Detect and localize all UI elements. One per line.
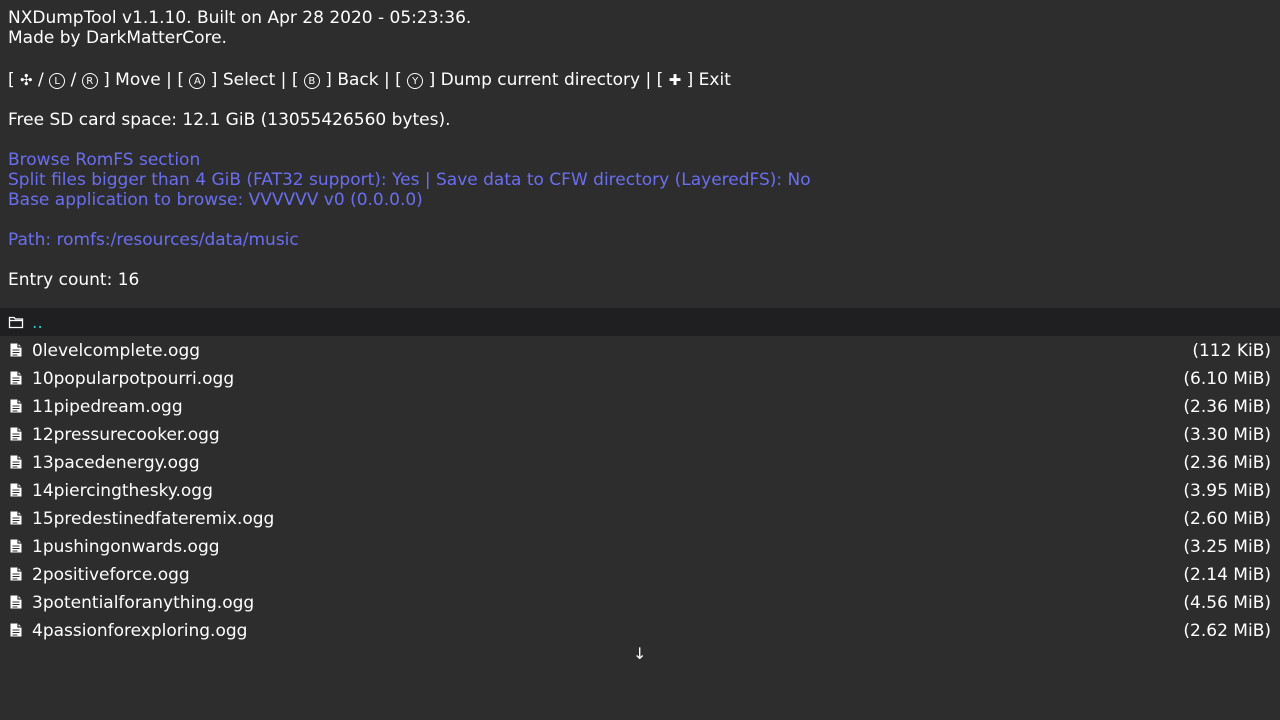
a-button-icon: A [189,73,206,89]
parent-directory-entry[interactable]: .. [0,308,1280,336]
file-size: (3.25 MiB) [1183,537,1271,557]
file-icon [10,399,22,413]
file-name: 10popularpotpourri.ogg [32,369,235,389]
bracket-open: [ [8,70,15,90]
file-size: (2.14 MiB) [1183,565,1271,585]
file-size: (3.30 MiB) [1183,425,1271,445]
file-icon [10,511,22,525]
file-name: 13pacedenergy.ogg [32,453,200,473]
entry-count: Entry count: 16 [8,270,140,290]
file-entry[interactable]: 11pipedream.ogg (2.36 MiB) [0,392,1280,420]
file-size: (2.36 MiB) [1183,453,1271,473]
file-entry[interactable]: 13pacedenergy.ogg (2.36 MiB) [0,448,1280,476]
file-entry[interactable]: 15predestinedfateremix.ogg (2.60 MiB) [0,504,1280,532]
dump-hint-label: Dump current directory [440,70,641,90]
slash-separator: / [70,70,77,90]
scroll-down-arrow-icon[interactable]: ↓ [633,644,646,664]
pipe-separator: | [645,70,652,90]
file-size: (6.10 MiB) [1183,369,1271,389]
file-entry[interactable]: 0levelcomplete.ogg (112 KiB) [0,336,1280,364]
move-hint-label: Move [115,70,161,90]
file-icon [10,567,22,581]
file-icon [10,455,22,469]
file-name: 3potentialforanything.ogg [32,593,255,613]
back-hint-label: Back [337,70,379,90]
pipe-separator: | [166,70,172,90]
file-name: 14piercingthesky.ogg [32,481,213,501]
file-size: (2.36 MiB) [1183,397,1271,417]
bracket-close: ] [686,70,694,90]
file-entry[interactable]: 4passionforexploring.ogg (2.62 MiB) [0,616,1280,644]
bracket-close: ] [103,70,110,90]
file-name: 2positiveforce.ogg [32,565,190,585]
dpad-icon: ✣ [20,71,33,89]
file-icon [10,427,22,441]
b-button-icon: B [303,73,320,89]
file-size: (3.95 MiB) [1183,481,1271,501]
file-name: 0levelcomplete.ogg [32,341,201,361]
file-size: (112 KiB) [1192,341,1271,361]
slash-separator: / [38,70,44,90]
file-icon [10,595,22,609]
bracket-open: [ [291,70,299,90]
current-path: Path: romfs:/resources/data/music [8,230,299,250]
file-entry[interactable]: 12pressurecooker.ogg (3.30 MiB) [0,420,1280,448]
file-name: 1pushingonwards.ogg [32,537,220,557]
file-name: 11pipedream.ogg [32,397,183,417]
bracket-close: ] [210,70,218,90]
base-application-info: Base application to browse: VVVVVV v0 (0… [8,190,423,210]
right-stick-icon: R [81,73,98,89]
file-entry[interactable]: 10popularpotpourri.ogg (6.10 MiB) [0,364,1280,392]
file-entry[interactable]: 2positiveforce.ogg (2.14 MiB) [0,560,1280,588]
file-entry[interactable]: 14piercingthesky.ogg (3.95 MiB) [0,476,1280,504]
file-size: (2.62 MiB) [1183,621,1271,641]
file-name: 12pressurecooker.ogg [32,425,220,445]
file-icon [10,483,22,497]
file-size: (4.56 MiB) [1183,593,1271,613]
entry-name: .. [32,313,43,333]
left-stick-icon: L [49,73,66,89]
pipe-separator: | [280,70,287,90]
exit-hint-label: Exit [698,70,731,90]
y-button-icon: Y [407,73,424,89]
pipe-separator: | [384,70,390,90]
bracket-close: ] [428,70,436,90]
file-entry[interactable]: 3potentialforanything.ogg (4.56 MiB) [0,588,1280,616]
bracket-open: [ [395,70,402,90]
controls-hint-bar: [ ✣ / L / R ] Move | [ A ] Select | [ B … [8,70,731,90]
folder-icon [8,316,24,329]
sd-free-space: Free SD card space: 12.1 GiB (1305542656… [8,110,451,130]
bracket-open: [ [177,70,184,90]
romfs-section-title: Browse RomFS section [8,150,201,170]
file-icon [10,539,22,553]
file-name: 15predestinedfateremix.ogg [32,509,275,529]
file-icon [10,343,22,357]
bracket-close: ] [325,70,332,90]
file-icon [10,623,22,637]
select-hint-label: Select [222,70,276,90]
app-author: Made by DarkMatterCore. [8,28,227,48]
file-icon [10,371,22,385]
plus-button-icon: ✚ [668,71,682,89]
bracket-open: [ [656,70,664,90]
file-size: (2.60 MiB) [1183,509,1271,529]
file-list: .. 0levelcomplete.ogg (112 KiB) 10popularp… [0,308,1280,644]
app-title: NXDumpTool v1.1.10. Built on Apr 28 2020… [8,8,472,28]
split-files-info: Split files bigger than 4 GiB (FAT32 sup… [8,170,811,190]
file-entry[interactable]: 1pushingonwards.ogg (3.25 MiB) [0,532,1280,560]
file-name: 4passionforexploring.ogg [32,621,248,641]
